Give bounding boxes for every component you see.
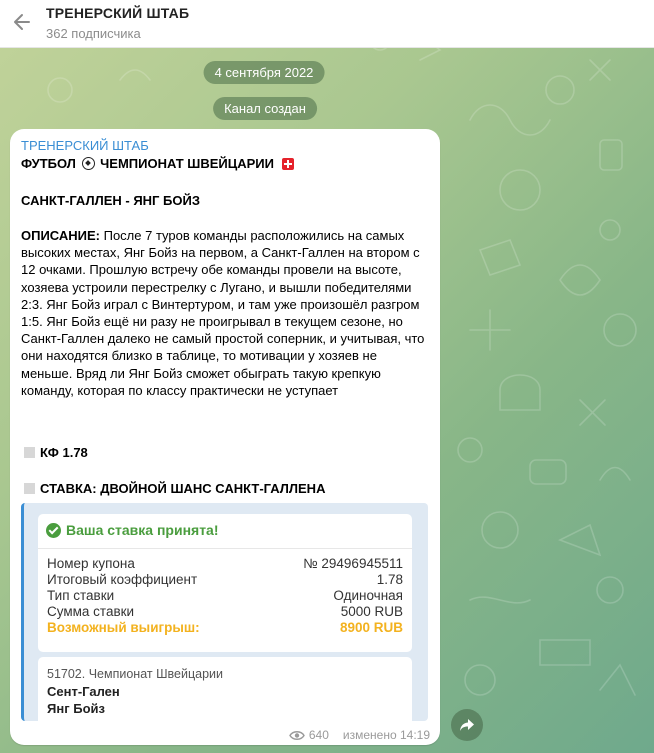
coupon-row: Сумма ставки 5000 RUB — [47, 604, 403, 620]
view-count: 640 — [308, 728, 329, 742]
chat-header: ТРЕНЕРСКИЙ ШТАБ 362 подписчика — [0, 0, 654, 48]
swiss-flag-icon — [281, 158, 294, 170]
league-label: ЧЕМПИОНАТ ШВЕЙЦАРИИ — [100, 156, 274, 171]
coupon-row-value: 5000 RUB — [340, 604, 403, 619]
odds-line: КФ 1.78 — [24, 445, 88, 460]
possible-win-label: Возможный выигрыш: — [47, 620, 200, 635]
soccer-ball-icon — [81, 157, 95, 170]
coupon-row-value: Одиночная — [333, 588, 403, 603]
chat-title: ТРЕНЕРСКИЙ ШТАБ — [46, 5, 190, 21]
back-button[interactable] — [8, 8, 36, 36]
event-card: 51702. Чемпионат Швейцарии Сент-Гален Ян… — [38, 657, 412, 727]
possible-win-row: Возможный выигрыш: 8900 RUB — [47, 620, 403, 636]
check-circle-icon — [46, 522, 61, 538]
bet-line: СТАВКА: ДВОЙНОЙ ШАНС САНКТ-ГАЛЛЕНА — [24, 481, 325, 496]
coupon-card: Ваша ставка принята! Номер купона № 2949… — [38, 514, 412, 652]
checkbox-square-icon — [24, 483, 35, 494]
coupon-row-label: Сумма ставки — [47, 604, 135, 619]
match-title: САНКТ-ГАЛЛЕН - ЯНГ БОЙЗ — [21, 193, 200, 208]
divider — [38, 548, 412, 549]
message-meta: 640 изменено 14:19 — [289, 728, 430, 742]
description-text: ОПИСАНИЕ: После 7 туров команды располож… — [21, 227, 426, 399]
odds-text: КФ 1.78 — [40, 445, 88, 460]
team-home: Сент-Гален — [47, 684, 120, 699]
chat-title-block[interactable]: ТРЕНЕРСКИЙ ШТАБ 362 подписчика — [46, 5, 189, 41]
coupon-row-label: Итоговый коэффициент — [47, 572, 198, 587]
coupon-image[interactable]: Ваша ставка принята! Номер купона № 2949… — [21, 503, 428, 727]
coupon-row: Тип ставки Одиночная — [47, 588, 403, 604]
coupon-row-label: Тип ставки — [47, 588, 115, 603]
possible-win-value: 8900 RUB — [339, 620, 403, 635]
coupon-rows: Номер купона № 29496945511 Итоговый коэф… — [47, 556, 403, 636]
eye-icon — [289, 730, 305, 740]
checkbox-square-icon — [24, 447, 35, 458]
date-pill: 4 сентября 2022 — [203, 61, 325, 84]
coupon-row-value: 1.78 — [376, 572, 403, 587]
coupon-row: Итоговый коэффициент 1.78 — [47, 572, 403, 588]
subscriber-count: 362 подписчика — [46, 26, 141, 41]
edited-time: изменено 14:19 — [342, 728, 430, 742]
sport-label: ФУТБОЛ — [21, 156, 76, 171]
bet-accepted-header: Ваша ставка принята! — [46, 522, 219, 538]
description-body: После 7 туров команды расположились на с… — [21, 228, 425, 398]
back-arrow-icon — [14, 14, 30, 30]
sport-headline: ФУТБОЛ ЧЕМПИОНАТ ШВЕЙЦАРИИ — [21, 156, 294, 171]
bet-text: СТАВКА: ДВОЙНОЙ ШАНС САНКТ-ГАЛЛЕНА — [40, 481, 326, 496]
coupon-row: Номер купона № 29496945511 — [47, 556, 403, 572]
share-icon — [460, 719, 474, 731]
team-away: Янг Бойз — [47, 701, 105, 716]
championship-label: 51702. Чемпионат Швейцарии — [47, 667, 223, 681]
message-channel-name[interactable]: ТРЕНЕРСКИЙ ШТАБ — [21, 138, 149, 153]
channel-created-pill: Канал создан — [213, 97, 317, 120]
coupon-row-label: Номер купона — [47, 556, 135, 571]
coupon-row-value: № 29496945511 — [303, 556, 403, 571]
share-button[interactable] — [451, 709, 483, 741]
message-bubble: ТРЕНЕРСКИЙ ШТАБ ФУТБОЛ ЧЕМПИОНАТ ШВЕЙЦАР… — [10, 129, 440, 745]
bet-accepted-text: Ваша ставка принята! — [66, 522, 219, 538]
description-label: ОПИСАНИЕ: — [21, 228, 100, 243]
